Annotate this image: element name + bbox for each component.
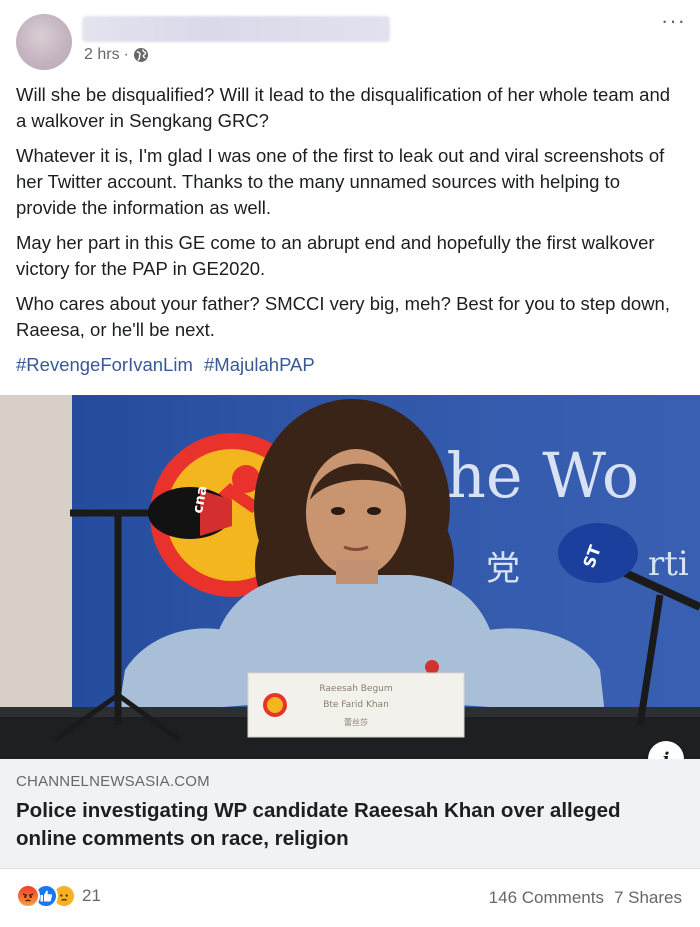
- angry-icon: [16, 884, 40, 908]
- post-paragraph: Whatever it is, I'm glad I was one of th…: [16, 145, 665, 218]
- link-domain: CHANNELNEWSASIA.COM: [16, 773, 210, 790]
- meta-separator: ·: [123, 46, 129, 63]
- post-meta: 2 hrs ·: [84, 46, 149, 64]
- post-paragraph: Who cares about your father? SMCCI very …: [16, 293, 670, 340]
- shares-count[interactable]: 7 Shares: [614, 888, 682, 908]
- hashtags: #RevengeForIvanLim #MajulahPAP: [16, 352, 684, 378]
- reaction-count[interactable]: 21: [82, 886, 101, 906]
- nameplate-text: 蕾丝莎: [344, 717, 368, 727]
- link-title[interactable]: Police investigating WP candidate Raeesa…: [16, 797, 656, 853]
- backdrop-text: he Wo: [446, 439, 639, 512]
- globe-icon[interactable]: [133, 47, 149, 63]
- author-name-redacted[interactable]: [82, 16, 390, 42]
- post-paragraph: Will she be disqualified? Will it lead t…: [16, 84, 671, 131]
- hashtag-link[interactable]: #MajulahPAP: [204, 354, 315, 375]
- post-paragraph: May her part in this GE come to an abrup…: [16, 232, 655, 279]
- nameplate-text: Bte Farid Khan: [323, 700, 389, 710]
- press-conference-image: he Wo 党 rti Raeesah Begum Bte Farid Khan…: [0, 395, 700, 759]
- reactions-summary[interactable]: 21: [16, 884, 101, 908]
- post-text: Will she be disqualified? Will it lead t…: [16, 82, 684, 387]
- comments-count[interactable]: 146 Comments: [489, 888, 604, 908]
- article-photo[interactable]: he Wo 党 rti Raeesah Begum Bte Farid Khan…: [0, 395, 700, 759]
- engagement-counts: 146 Comments 7 Shares: [489, 888, 682, 908]
- backdrop-text: 党: [486, 549, 520, 589]
- link-preview[interactable]: CHANNELNEWSASIA.COM Police investigating…: [0, 759, 700, 869]
- backdrop-text: rti: [648, 544, 689, 584]
- hashtag-link[interactable]: #RevengeForIvanLim: [16, 354, 193, 375]
- nameplate-text: Raeesah Begum: [319, 684, 392, 694]
- facebook-post: 2 hrs · ··· Will she be disqualified? Wi…: [0, 0, 700, 927]
- post-time[interactable]: 2 hrs: [84, 46, 120, 64]
- avatar[interactable]: [16, 14, 72, 70]
- more-options-icon[interactable]: ···: [661, 10, 686, 32]
